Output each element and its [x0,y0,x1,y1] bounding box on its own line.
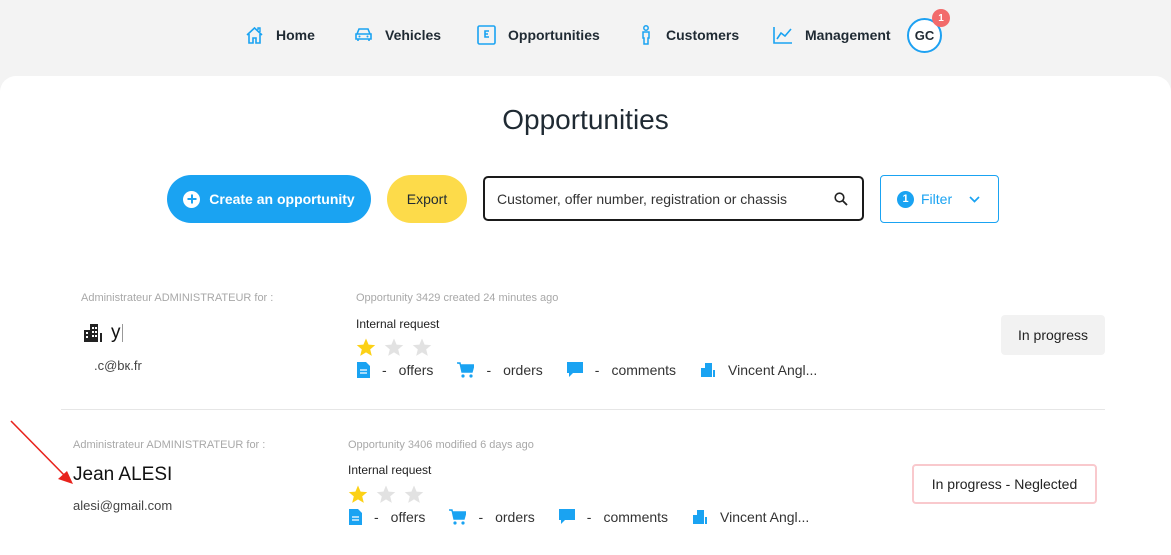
export-button[interactable]: Export [387,175,467,223]
star-empty-icon [412,338,432,356]
star-empty-icon [384,338,404,356]
offers-label: offers [398,362,434,378]
building-icon [693,510,708,524]
comment-icon [558,509,575,524]
nav-management[interactable]: Management [773,22,891,48]
owner-line: Administrateur ADMINISTRATEUR for : [73,439,266,451]
filter-label: Filter [921,191,953,207]
customer-name-text: y [111,322,121,343]
search-input[interactable] [497,190,827,207]
rating-stars[interactable] [348,485,424,504]
text-cursor [121,324,123,342]
orders-count: - [478,509,484,525]
search-box [483,176,864,221]
comments-count: - [594,362,600,378]
nav-vehicles-label: Vehicles [385,27,442,43]
dealer-stat: Vincent Angl... [692,509,809,525]
comment-icon [566,362,583,377]
top-navigation: Home Vehicles Opportunities Customers Ma… [0,0,1171,76]
orders-label: orders [495,509,535,525]
dealer-name: Vincent Angl... [720,509,810,525]
comments-stat: - comments [566,362,677,378]
status-badge: In progress - Neglected [912,464,1097,504]
opportunity-type: Internal request [348,463,432,477]
customer-name: Jean ALESI [73,464,173,485]
page-title: Opportunities [502,104,669,135]
orders-stat: - orders [449,509,535,525]
opportunity-stats: - offers - orders - comments Vincent Ang… [357,362,841,378]
star-empty-icon [404,485,424,503]
rating-stars[interactable] [356,338,432,357]
home-icon [246,26,263,44]
nav-customers-label: Customers [666,27,740,43]
nav-opportunities-label: Opportunities [508,27,600,43]
star-empty-icon [376,485,396,503]
opportunity-info: Opportunity 3406 modified 6 days ago [348,439,534,451]
customer-name: y [83,322,123,344]
orders-count: - [486,362,492,378]
offers-stat: - offers [349,509,425,525]
offers-count: - [382,362,387,378]
opportunity-type: Internal request [356,317,440,331]
opportunities-icon [477,25,496,45]
nav-opportunities[interactable]: Opportunities [477,22,600,48]
filter-count-badge: 1 [897,190,914,208]
create-opportunity-button[interactable]: Create an opportunity [167,175,371,223]
person-icon [642,25,650,45]
customer-email: .c@bк.fr [94,358,142,373]
star-filled-icon [348,485,368,503]
nav-customers[interactable]: Customers [638,22,739,48]
orders-stat: - orders [457,362,543,378]
comments-label: comments [603,509,669,525]
nav-vehicles[interactable]: Vehicles [354,22,441,48]
filter-button[interactable]: 1 Filter [880,175,999,223]
offers-label: offers [390,509,426,525]
nav-home[interactable]: Home [245,22,315,48]
building-icon [701,363,716,377]
status-badge: In progress [1001,315,1105,355]
opportunity-card[interactable]: Administrateur ADMINISTRATEUR for : Jean… [61,409,1105,555]
building-icon [84,324,102,342]
nav-management-label: Management [805,27,891,43]
car-icon [355,28,372,41]
chevron-down-icon [969,195,980,203]
orders-label: orders [503,362,543,378]
offers-count: - [374,509,379,525]
nav-home-label: Home [276,27,315,43]
owner-line: Administrateur ADMINISTRATEUR for : [81,292,274,304]
offers-stat: - offers [357,362,433,378]
cart-icon [457,362,475,378]
comments-label: comments [611,362,677,378]
opportunity-card[interactable]: Administrateur ADMINISTRATEUR for : y .c… [61,262,1105,410]
plus-circle-icon [183,190,201,208]
document-icon [349,509,362,525]
opportunity-stats: - offers - orders - comments Vincent Ang… [349,509,833,525]
create-opportunity-label: Create an opportunity [209,191,355,207]
opportunity-info: Opportunity 3429 created 24 minutes ago [356,292,559,304]
comments-count: - [586,509,592,525]
star-filled-icon [356,338,376,356]
line-chart-icon [773,27,792,44]
comments-stat: - comments [558,509,669,525]
dealer-name: Vincent Angl... [728,362,818,378]
search-icon[interactable] [834,192,848,206]
notification-badge: 1 [932,9,950,27]
customer-email: alesi@gmail.com [73,498,173,513]
document-icon [357,362,370,378]
cart-icon [449,509,467,525]
dealer-stat: Vincent Angl... [700,362,817,378]
